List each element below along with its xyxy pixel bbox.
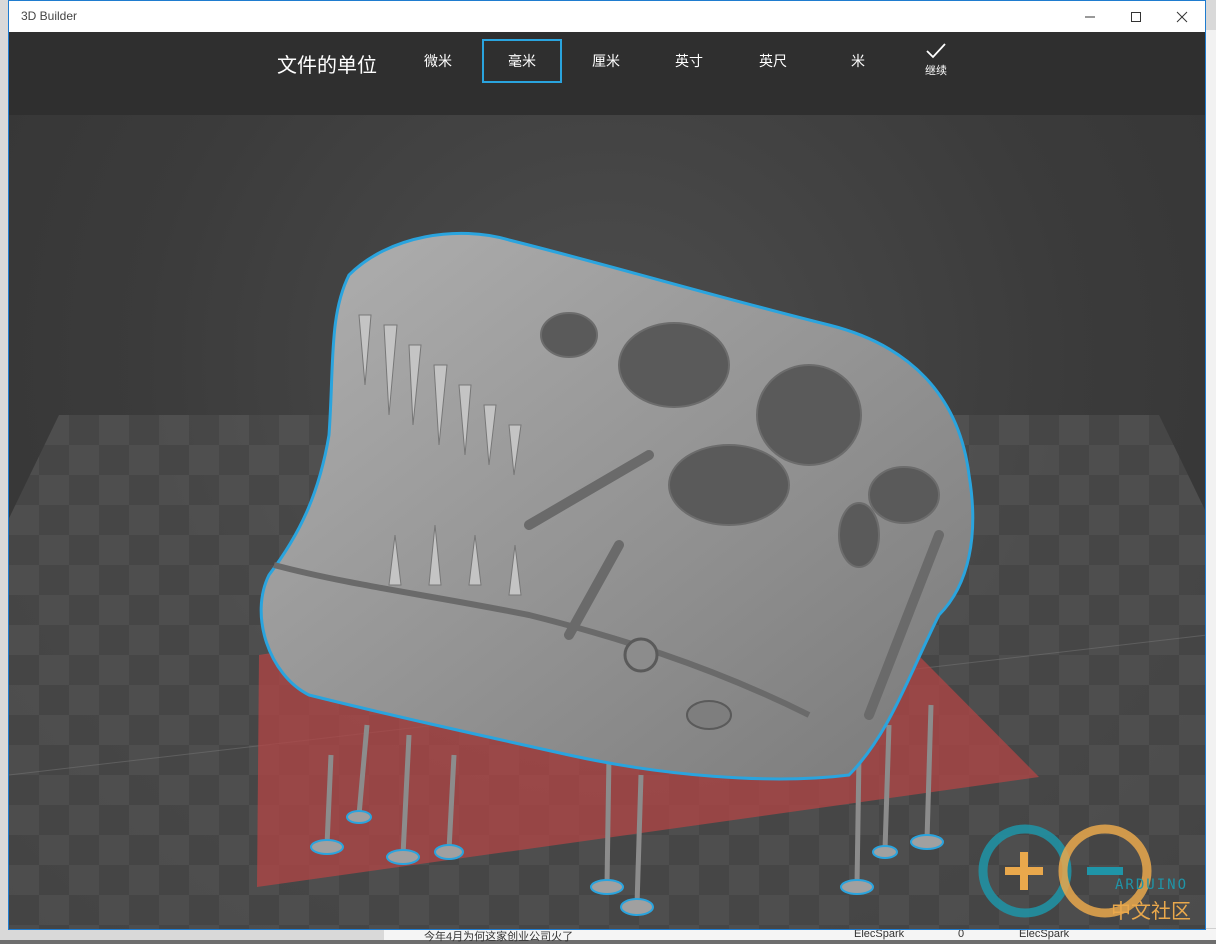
title-bar[interactable]: 3D Builder — [9, 1, 1205, 32]
unit-option-micrometer[interactable]: 微米 — [398, 39, 478, 83]
app-window: 3D Builder 文件的单位 微米 毫米 厘米 英寸 英尺 米 继续 ARD… — [8, 0, 1206, 930]
close-button[interactable] — [1159, 1, 1205, 32]
arduino-watermark: ARDUINO 中文社区 — [955, 811, 1205, 929]
unit-option-millimeter[interactable]: 毫米 — [482, 39, 562, 83]
joint-gear — [623, 637, 659, 673]
background-row-text: 今年4月为何这家创业公司火了 — [424, 931, 574, 943]
units-toolbar: 文件的单位 微米 毫米 厘米 英寸 英尺 米 继续 — [9, 32, 1205, 115]
scene-canvas — [9, 231, 1205, 929]
jaw-gear — [686, 700, 732, 730]
maximize-icon — [1131, 11, 1141, 22]
watermark-brand: ARDUINO — [1115, 877, 1189, 893]
unit-option-foot[interactable]: 英尺 — [733, 39, 813, 83]
unit-option-inch[interactable]: 英寸 — [649, 39, 729, 83]
unit-option-meter[interactable]: 米 — [818, 39, 898, 83]
units-title: 文件的单位 — [277, 53, 377, 77]
close-icon — [1176, 11, 1188, 22]
continue-label: 继续 — [925, 64, 947, 77]
minimize-icon — [1085, 16, 1095, 17]
minimize-button[interactable] — [1067, 1, 1113, 32]
watermark-subtitle: 中文社区 — [1111, 899, 1191, 923]
checkmark-icon — [926, 43, 946, 59]
3d-viewport[interactable]: ARDUINO 中文社区 — [9, 115, 1205, 929]
unit-option-centimeter[interactable]: 厘米 — [566, 39, 646, 83]
maximize-button[interactable] — [1113, 1, 1159, 32]
window-title: 3D Builder — [21, 9, 78, 23]
continue-button[interactable]: 继续 — [907, 42, 965, 92]
